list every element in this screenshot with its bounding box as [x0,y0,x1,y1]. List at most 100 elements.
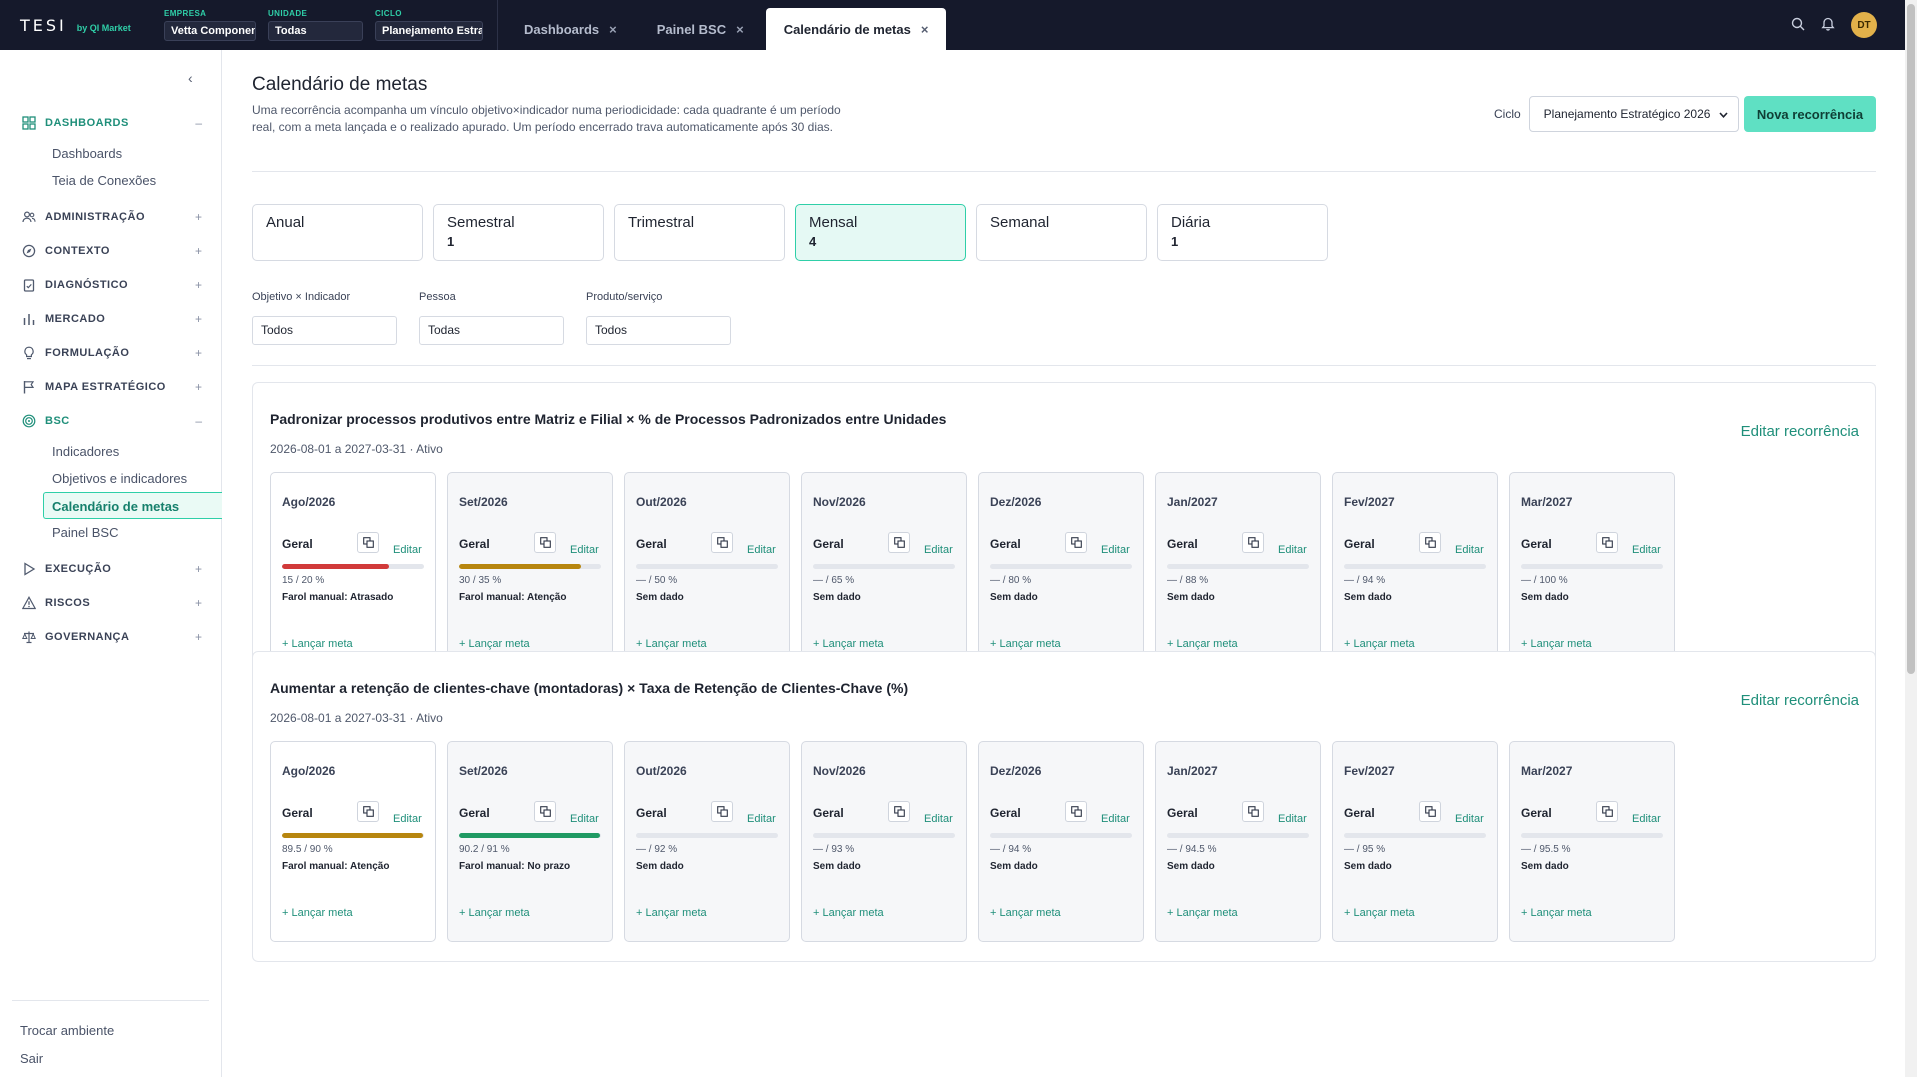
add-target-link[interactable]: + Lançar meta [1167,907,1238,919]
expand-icon[interactable]: + [195,278,202,292]
add-target-link[interactable]: + Lançar meta [1344,907,1415,919]
copy-icon[interactable] [1596,801,1618,822]
copy-icon[interactable] [888,801,910,822]
add-target-link[interactable]: + Lançar meta [282,638,353,650]
expand-icon[interactable]: + [195,630,202,644]
edit-period-link[interactable]: Editar [1278,813,1307,825]
scrollbar-thumb[interactable] [1907,4,1915,674]
close-icon[interactable]: × [921,22,929,37]
add-target-link[interactable]: + Lançar meta [636,907,707,919]
edit-period-link[interactable]: Editar [1278,544,1307,556]
expand-icon[interactable]: + [195,210,202,224]
bell-icon[interactable] [1821,16,1835,34]
sidebar-section-mercado[interactable]: MERCADO + [0,302,222,336]
logout-link[interactable]: Sair [12,1045,209,1073]
edit-period-link[interactable]: Editar [1455,813,1484,825]
add-target-link[interactable]: + Lançar meta [1344,638,1415,650]
sidebar-section-riscos[interactable]: RISCOS + [0,586,222,620]
tab-dashboards[interactable]: Dashboards × [506,8,635,50]
add-target-link[interactable]: + Lançar meta [1167,638,1238,650]
edit-period-link[interactable]: Editar [1101,813,1130,825]
edit-period-link[interactable]: Editar [924,813,953,825]
add-target-link[interactable]: + Lançar meta [990,638,1061,650]
add-target-link[interactable]: + Lançar meta [636,638,707,650]
collapse-icon[interactable]: – [195,116,202,130]
cycle-selector[interactable]: CICLO Planejamento Estratégi [375,9,483,41]
add-target-link[interactable]: + Lançar meta [813,907,884,919]
edit-period-link[interactable]: Editar [747,813,776,825]
copy-icon[interactable] [1419,532,1441,553]
sidebar-item-dashboards[interactable]: Dashboards [0,140,222,167]
period-tab-trimestral[interactable]: Trimestral [614,204,785,261]
new-recurrence-button[interactable]: Nova recorrência [1744,96,1876,132]
sidebar-item-indicadores[interactable]: Indicadores [0,438,222,465]
tab-painel-bsc[interactable]: Painel BSC × [639,8,762,50]
sidebar-section-mapa-estrategico[interactable]: MAPA ESTRATÉGICO + [0,370,222,404]
collapse-sidebar-icon[interactable]: ‹ [188,70,193,86]
add-target-link[interactable]: + Lançar meta [459,638,530,650]
unit-value[interactable]: Todas [268,21,363,41]
edit-period-link[interactable]: Editar [1455,544,1484,556]
copy-icon[interactable] [711,532,733,553]
edit-period-link[interactable]: Editar [1632,544,1661,556]
sidebar-section-formulacao[interactable]: FORMULAÇÃO + [0,336,222,370]
edit-recurrence-link[interactable]: Editar recorrência [1741,692,1859,709]
edit-period-link[interactable]: Editar [570,544,599,556]
sidebar-section-contexto[interactable]: CONTEXTO + [0,234,222,268]
close-icon[interactable]: × [609,22,617,37]
expand-icon[interactable]: + [195,380,202,394]
period-tab-diaria[interactable]: Diária 1 [1157,204,1328,261]
edit-period-link[interactable]: Editar [1632,813,1661,825]
expand-icon[interactable]: + [195,562,202,576]
tab-calendario-de-metas[interactable]: Calendário de metas × [765,8,947,50]
expand-icon[interactable]: + [195,244,202,258]
sidebar-section-bsc[interactable]: BSC – [0,404,222,438]
company-value[interactable]: Vetta Componentes [164,21,256,41]
scrollbar[interactable] [1905,0,1917,1077]
sidebar-section-governanca[interactable]: GOVERNANÇA + [0,620,222,654]
expand-icon[interactable]: + [195,596,202,610]
add-target-link[interactable]: + Lançar meta [1521,907,1592,919]
collapse-icon[interactable]: – [195,414,202,428]
close-icon[interactable]: × [736,22,744,37]
edit-period-link[interactable]: Editar [570,813,599,825]
edit-period-link[interactable]: Editar [393,813,422,825]
expand-icon[interactable]: + [195,346,202,360]
period-tab-anual[interactable]: Anual [252,204,423,261]
unit-selector[interactable]: UNIDADE Todas [268,9,363,41]
expand-icon[interactable]: + [195,312,202,326]
period-tab-mensal[interactable]: Mensal 4 [795,204,966,261]
filter-objective-indicator-select[interactable]: Todos [252,316,397,345]
search-icon[interactable] [1791,17,1805,34]
period-tab-semestral[interactable]: Semestral 1 [433,204,604,261]
edit-period-link[interactable]: Editar [747,544,776,556]
edit-period-link[interactable]: Editar [1101,544,1130,556]
app-logo[interactable]: TESI by QI Market [0,16,164,35]
edit-period-link[interactable]: Editar [924,544,953,556]
copy-icon[interactable] [1065,801,1087,822]
sidebar-item-painel-bsc[interactable]: Painel BSC [0,519,222,546]
cycle-value-top[interactable]: Planejamento Estratégi [375,21,483,41]
switch-environment-link[interactable]: Trocar ambiente [12,1017,209,1045]
sidebar-section-administracao[interactable]: ADMINISTRAÇÃO + [0,200,222,234]
sidebar-item-teia-de-conexoes[interactable]: Teia de Conexões [0,167,222,194]
copy-icon[interactable] [357,532,379,553]
copy-icon[interactable] [534,801,556,822]
sidebar-section-dashboards[interactable]: DASHBOARDS – [0,106,222,140]
copy-icon[interactable] [357,801,379,822]
add-target-link[interactable]: + Lançar meta [282,907,353,919]
sidebar-item-objetivos-e-indicadores[interactable]: Objetivos e indicadores [0,465,222,492]
add-target-link[interactable]: + Lançar meta [1521,638,1592,650]
copy-icon[interactable] [888,532,910,553]
period-tab-semanal[interactable]: Semanal [976,204,1147,261]
copy-icon[interactable] [1242,801,1264,822]
cycle-select[interactable]: Planejamento Estratégico 2026 [1528,96,1739,132]
copy-icon[interactable] [534,532,556,553]
copy-icon[interactable] [1242,532,1264,553]
add-target-link[interactable]: + Lançar meta [813,638,884,650]
filter-product-service-select[interactable]: Todos [586,316,731,345]
add-target-link[interactable]: + Lançar meta [459,907,530,919]
sidebar-section-diagnostico[interactable]: DIAGNÓSTICO + [0,268,222,302]
filter-person-select[interactable]: Todas [419,316,564,345]
copy-icon[interactable] [1419,801,1441,822]
